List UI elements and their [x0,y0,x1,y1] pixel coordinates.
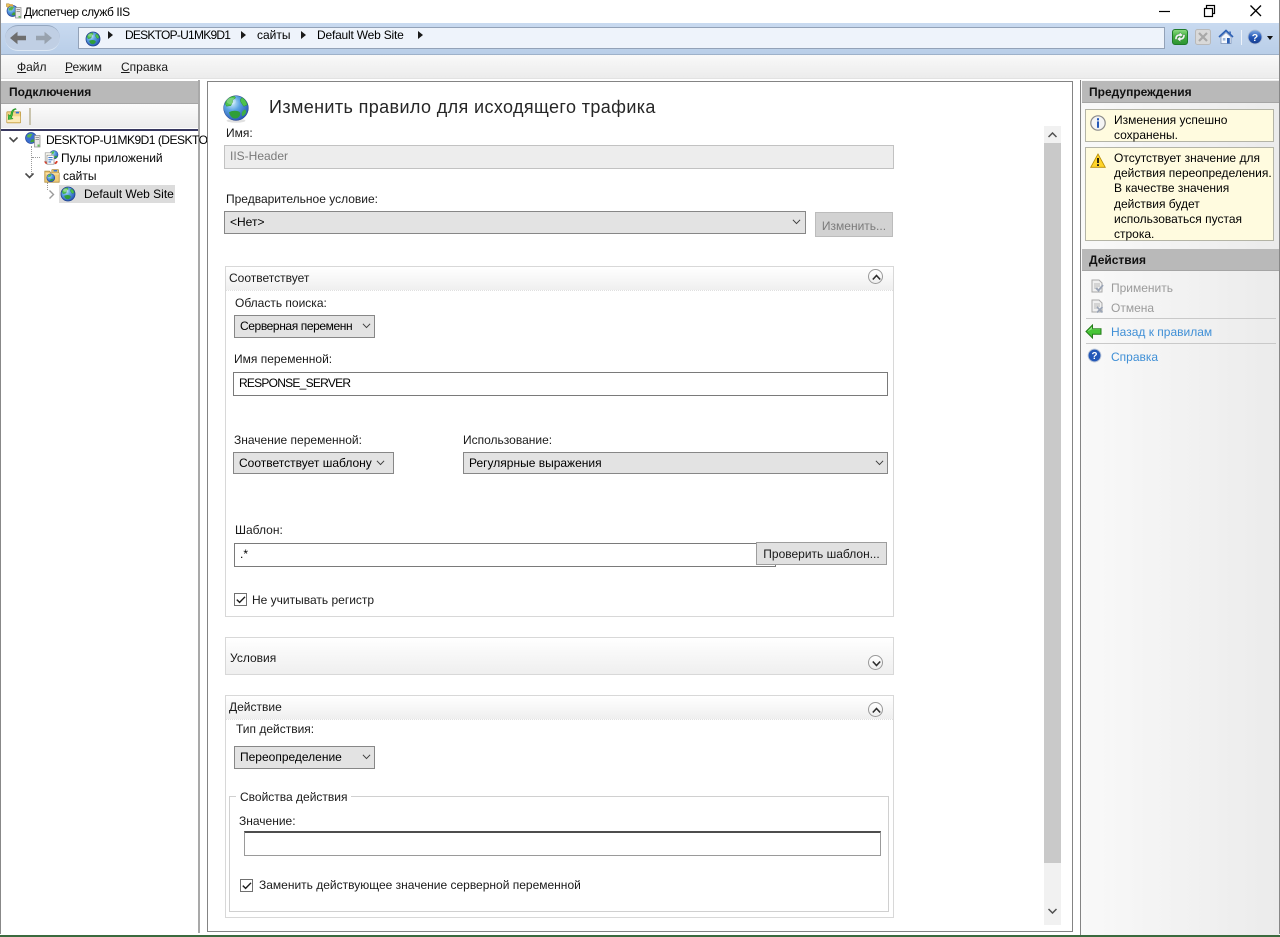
svg-text:?: ? [1252,32,1258,44]
svg-text:?: ? [1091,351,1097,362]
